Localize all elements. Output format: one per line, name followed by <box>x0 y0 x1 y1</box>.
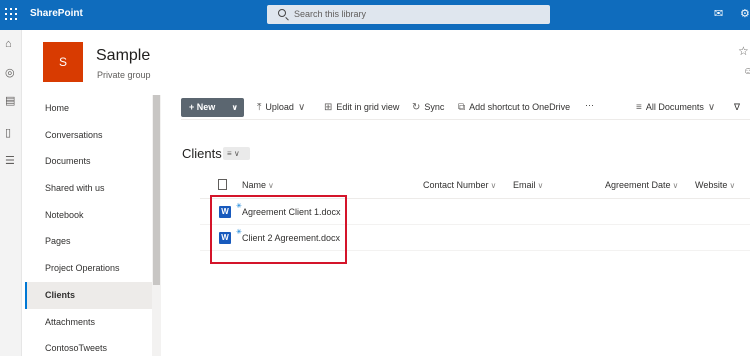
suite-bar: SharePoint Search this library ✉ ⚙ <box>0 0 750 30</box>
add-shortcut-label: Add shortcut to OneDrive <box>469 102 571 112</box>
column-contact-label: Contact Number <box>423 180 489 190</box>
column-contact-number[interactable]: Contact Number ∨ <box>423 180 496 190</box>
new-button[interactable]: + New ∨ <box>181 98 244 117</box>
plus-icon: + <box>189 102 197 112</box>
site-logo[interactable]: S <box>43 42 83 82</box>
nav-item-contosotweets[interactable]: ContosoTweets <box>25 335 152 362</box>
news-icon[interactable]: ▤ <box>5 94 15 107</box>
column-agreement-date-label: Agreement Date <box>605 180 671 190</box>
scrollbar-thumb[interactable] <box>153 95 160 285</box>
settings-gear-icon[interactable]: ⚙ <box>740 8 750 20</box>
upload-icon: ⤒ <box>257 102 262 113</box>
chevron-down-icon: ∨ <box>233 149 240 158</box>
view-lines-icon: ≡ <box>636 102 642 113</box>
nav-item-documents[interactable]: Documents <box>25 148 152 175</box>
edit-grid-button[interactable]: ⊞ Edit in grid view <box>324 102 399 113</box>
nav-item-home[interactable]: Home <box>25 95 152 122</box>
nav-item-notebook[interactable]: Notebook <box>25 202 152 229</box>
command-bar: + New ∨ ⤒ Upload ∨ ⊞ Edit in grid view ↻ Syn… <box>181 96 750 120</box>
column-website[interactable]: Website ∨ <box>695 180 735 190</box>
chevron-down-icon: ∨ <box>729 181 736 190</box>
chevron-down-icon: ∨ <box>268 181 274 190</box>
globe-icon[interactable]: ◎ <box>5 66 15 79</box>
file-type-header-icon[interactable] <box>218 179 227 190</box>
nav-item-pages[interactable]: Pages <box>25 228 152 255</box>
view-label: All Documents <box>645 102 704 112</box>
search-input[interactable]: Search this library <box>294 9 366 19</box>
search-box[interactable]: Search this library <box>267 5 550 24</box>
chevron-down-icon: ∨ <box>297 102 306 113</box>
more-options-button[interactable]: ··· <box>585 100 594 110</box>
upload-button[interactable]: ⤒ Upload ∨ <box>257 102 309 113</box>
megaphone-icon[interactable]: ✉ <box>714 8 723 20</box>
upload-label: Upload <box>265 102 294 112</box>
add-shortcut-button[interactable]: ⧉ Add shortcut to OneDrive <box>458 102 570 113</box>
sync-button[interactable]: ↻ Sync <box>412 102 444 113</box>
column-email[interactable]: Email ∨ <box>513 180 543 190</box>
app-launcher-icon[interactable] <box>5 8 19 22</box>
nav-item-conversations[interactable]: Conversations <box>25 122 152 149</box>
members-icon[interactable]: ☺ <box>743 66 750 77</box>
column-website-label: Website <box>695 180 728 190</box>
chevron-down-icon: ∨ <box>490 181 497 190</box>
view-selector[interactable]: ≡ All Documents ∨ <box>636 102 719 113</box>
chevron-down-icon: ∨ <box>672 181 679 190</box>
search-icon <box>278 9 286 17</box>
shortcut-icon: ⧉ <box>458 102 466 113</box>
home-icon[interactable]: ⌂ <box>5 38 12 50</box>
nav-item-project-operations[interactable]: Project Operations <box>25 255 152 282</box>
filter-icon[interactable]: ∇ <box>734 102 740 113</box>
library-title: Clients <box>182 146 222 161</box>
sync-label: Sync <box>424 102 445 112</box>
brand-link[interactable]: SharePoint <box>30 8 83 19</box>
column-name-label: Name <box>242 180 267 190</box>
edit-grid-label: Edit in grid view <box>336 102 400 112</box>
sync-icon: ↻ <box>412 102 421 113</box>
library-view-button[interactable]: ≡ ∨ <box>223 147 250 160</box>
site-privacy: Private group <box>97 70 151 80</box>
file-icon[interactable]: ▯ <box>5 126 11 139</box>
app-bar: ⌂ ◎ ▤ ▯ ☰ <box>0 30 22 356</box>
chevron-down-icon: ∨ <box>707 102 716 113</box>
library-icon: ≡ <box>227 149 232 158</box>
column-email-label: Email <box>513 180 536 190</box>
nav-item-shared-with-us[interactable]: Shared with us <box>25 175 152 202</box>
chevron-down-icon: ∨ <box>231 103 239 112</box>
chevron-down-icon: ∨ <box>537 181 544 190</box>
follow-star-icon[interactable]: ☆ <box>738 44 749 58</box>
new-button-label: New <box>196 102 216 112</box>
nav-scrollbar[interactable] <box>152 95 161 356</box>
grid-icon: ⊞ <box>324 102 333 113</box>
highlight-box <box>210 195 347 264</box>
site-title[interactable]: Sample <box>96 47 150 65</box>
nav-item-clients[interactable]: Clients <box>25 281 152 309</box>
site-navigation: Home Conversations Documents Shared with… <box>25 95 152 362</box>
column-name[interactable]: Name ∨ <box>242 180 274 190</box>
list-icon[interactable]: ☰ <box>5 154 15 167</box>
nav-item-attachments[interactable]: Attachments <box>25 309 152 336</box>
column-agreement-date[interactable]: Agreement Date ∨ <box>605 180 678 190</box>
